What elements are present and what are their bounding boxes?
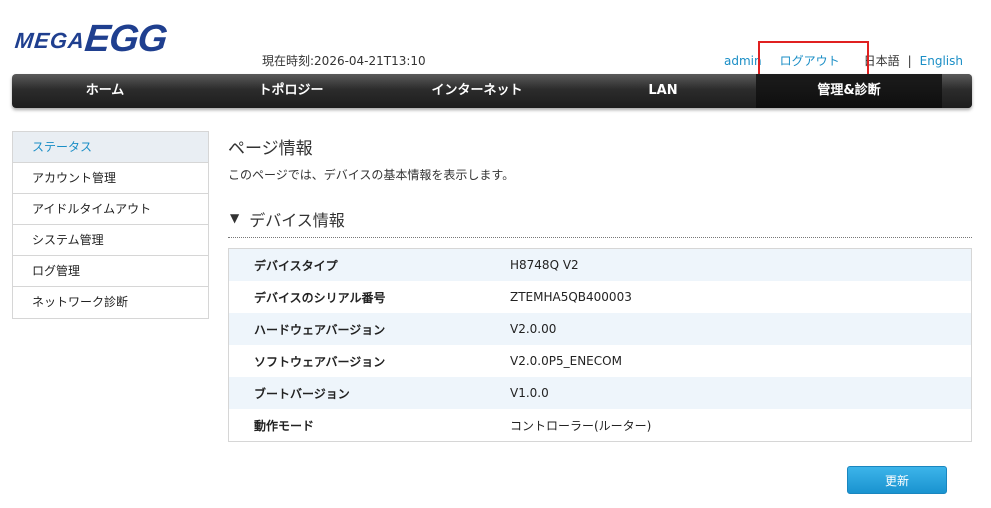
row-key: ソフトウェアバージョン bbox=[254, 354, 386, 369]
table-row: ハードウェアバージョン V2.0.00 bbox=[229, 313, 971, 345]
nav-lan[interactable]: LAN bbox=[570, 74, 756, 108]
row-value: V2.0.00 bbox=[510, 322, 557, 336]
megaegg-logo: MEGA EGG bbox=[13, 18, 169, 60]
page-title: ページ情報 bbox=[228, 139, 313, 159]
logo-mega-text: MEGA bbox=[13, 28, 87, 53]
device-info-section-header[interactable]: ▼ デバイス情報 bbox=[228, 207, 972, 238]
refresh-button[interactable]: 更新 bbox=[847, 466, 947, 494]
row-value: V1.0.0 bbox=[510, 386, 549, 400]
nav-management-diagnostics[interactable]: 管理&診断 bbox=[756, 74, 942, 108]
nav-filler bbox=[942, 74, 972, 108]
row-key: ハードウェアバージョン bbox=[254, 322, 386, 337]
row-value: V2.0.0P5_ENECOM bbox=[510, 354, 622, 368]
sidebar-item-log-management[interactable]: ログ管理 bbox=[13, 256, 208, 287]
table-row: ブートバージョン V1.0.0 bbox=[229, 377, 971, 409]
sidebar-item-network-diagnostics[interactable]: ネットワーク診断 bbox=[13, 287, 208, 318]
row-value: コントローラー(ルーター) bbox=[510, 418, 652, 433]
row-value: ZTEMHA5QB400003 bbox=[510, 290, 632, 304]
sidebar-item-idle-timeout[interactable]: アイドルタイムアウト bbox=[13, 194, 208, 225]
table-row: デバイスタイプ H8748Q V2 bbox=[229, 249, 971, 281]
collapse-triangle-icon[interactable]: ▼ bbox=[230, 211, 239, 225]
nav-home[interactable]: ホーム bbox=[12, 74, 198, 108]
row-key: デバイスのシリアル番号 bbox=[254, 290, 386, 305]
row-key: デバイスタイプ bbox=[254, 258, 338, 273]
current-time: 現在時刻:2026-04-21T13:10 bbox=[262, 54, 426, 68]
row-key: ブートバージョン bbox=[254, 386, 350, 401]
table-row: 動作モード コントローラー(ルーター) bbox=[229, 409, 971, 441]
device-info-table: デバイスタイプ H8748Q V2 デバイスのシリアル番号 ZTEMHA5QB4… bbox=[228, 248, 972, 442]
nav-internet[interactable]: インターネット bbox=[384, 74, 570, 108]
sidebar-item-status[interactable]: ステータス bbox=[13, 132, 208, 163]
main-navigation: ホーム トポロジー インターネット LAN 管理&診断 bbox=[12, 74, 972, 108]
sidebar-item-system-management[interactable]: システム管理 bbox=[13, 225, 208, 256]
language-separator: | bbox=[907, 53, 912, 68]
table-row: ソフトウェアバージョン V2.0.0P5_ENECOM bbox=[229, 345, 971, 377]
language-english[interactable]: English bbox=[920, 54, 963, 68]
section-title: デバイス情報 bbox=[249, 211, 345, 230]
page-description: このページでは、デバイスの基本情報を表示します。 bbox=[228, 168, 515, 182]
sidebar-item-account-management[interactable]: アカウント管理 bbox=[13, 163, 208, 194]
sidebar-menu: ステータス アカウント管理 アイドルタイムアウト システム管理 ログ管理 ネット… bbox=[12, 131, 209, 319]
username-link[interactable]: admin bbox=[724, 54, 762, 68]
table-row: デバイスのシリアル番号 ZTEMHA5QB400003 bbox=[229, 281, 971, 313]
nav-topology[interactable]: トポロジー bbox=[198, 74, 384, 108]
row-key: 動作モード bbox=[254, 418, 315, 433]
logo-egg-text: EGG bbox=[82, 18, 169, 60]
row-value: H8748Q V2 bbox=[510, 258, 579, 272]
